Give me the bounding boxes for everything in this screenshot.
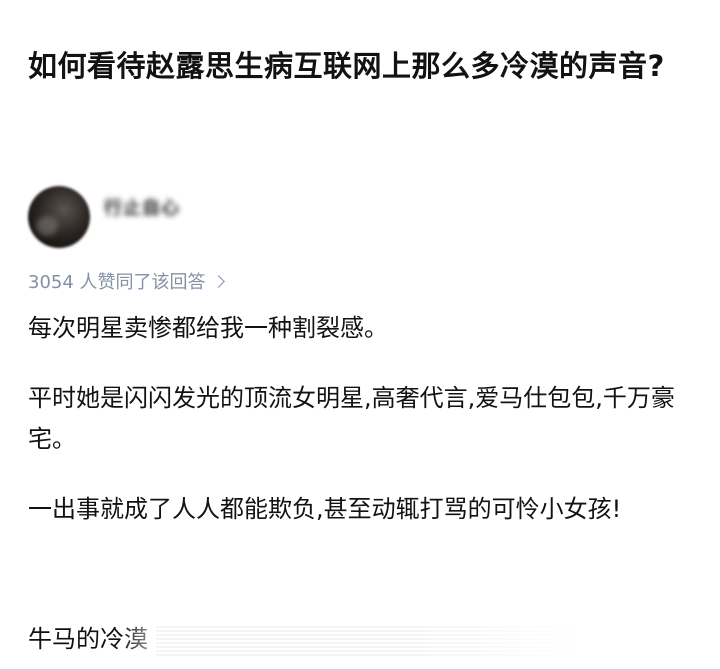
chevron-right-icon <box>211 275 225 288</box>
vote-summary[interactable]: 3054 人赞同了该回答 <box>28 268 225 294</box>
answer-page: 如何看待赵露思生病互联网上那么多冷漠的声音? 行止自心 3054 人赞同了该回答… <box>0 0 720 669</box>
author-name[interactable]: 行止自心 <box>104 194 180 220</box>
question-title[interactable]: 如何看待赵露思生病互联网上那么多冷漠的声音? <box>28 42 688 90</box>
answer-content: 每次明星卖惨都给我一种割裂感。 平时她是闪闪发光的顶流女明星,高奢代言,爱马仕包… <box>28 308 698 559</box>
user-avatar-icon[interactable] <box>28 186 90 248</box>
author-info[interactable]: 行止自心 <box>28 186 180 250</box>
answer-paragraph: 一出事就成了人人都能欺负,甚至动辄打骂的可怜小女孩! <box>28 495 622 523</box>
answer-paragraph: 平时她是闪闪发光的顶流女明星,高奢代言,爱马仕包包,千万豪宅。 <box>28 384 675 453</box>
answer-paragraph: 每次明星卖惨都给我一种割裂感。 <box>28 314 388 342</box>
vote-count-text: 3054 人赞同了该回答 <box>28 272 206 293</box>
content-fade-texture <box>156 626 586 658</box>
